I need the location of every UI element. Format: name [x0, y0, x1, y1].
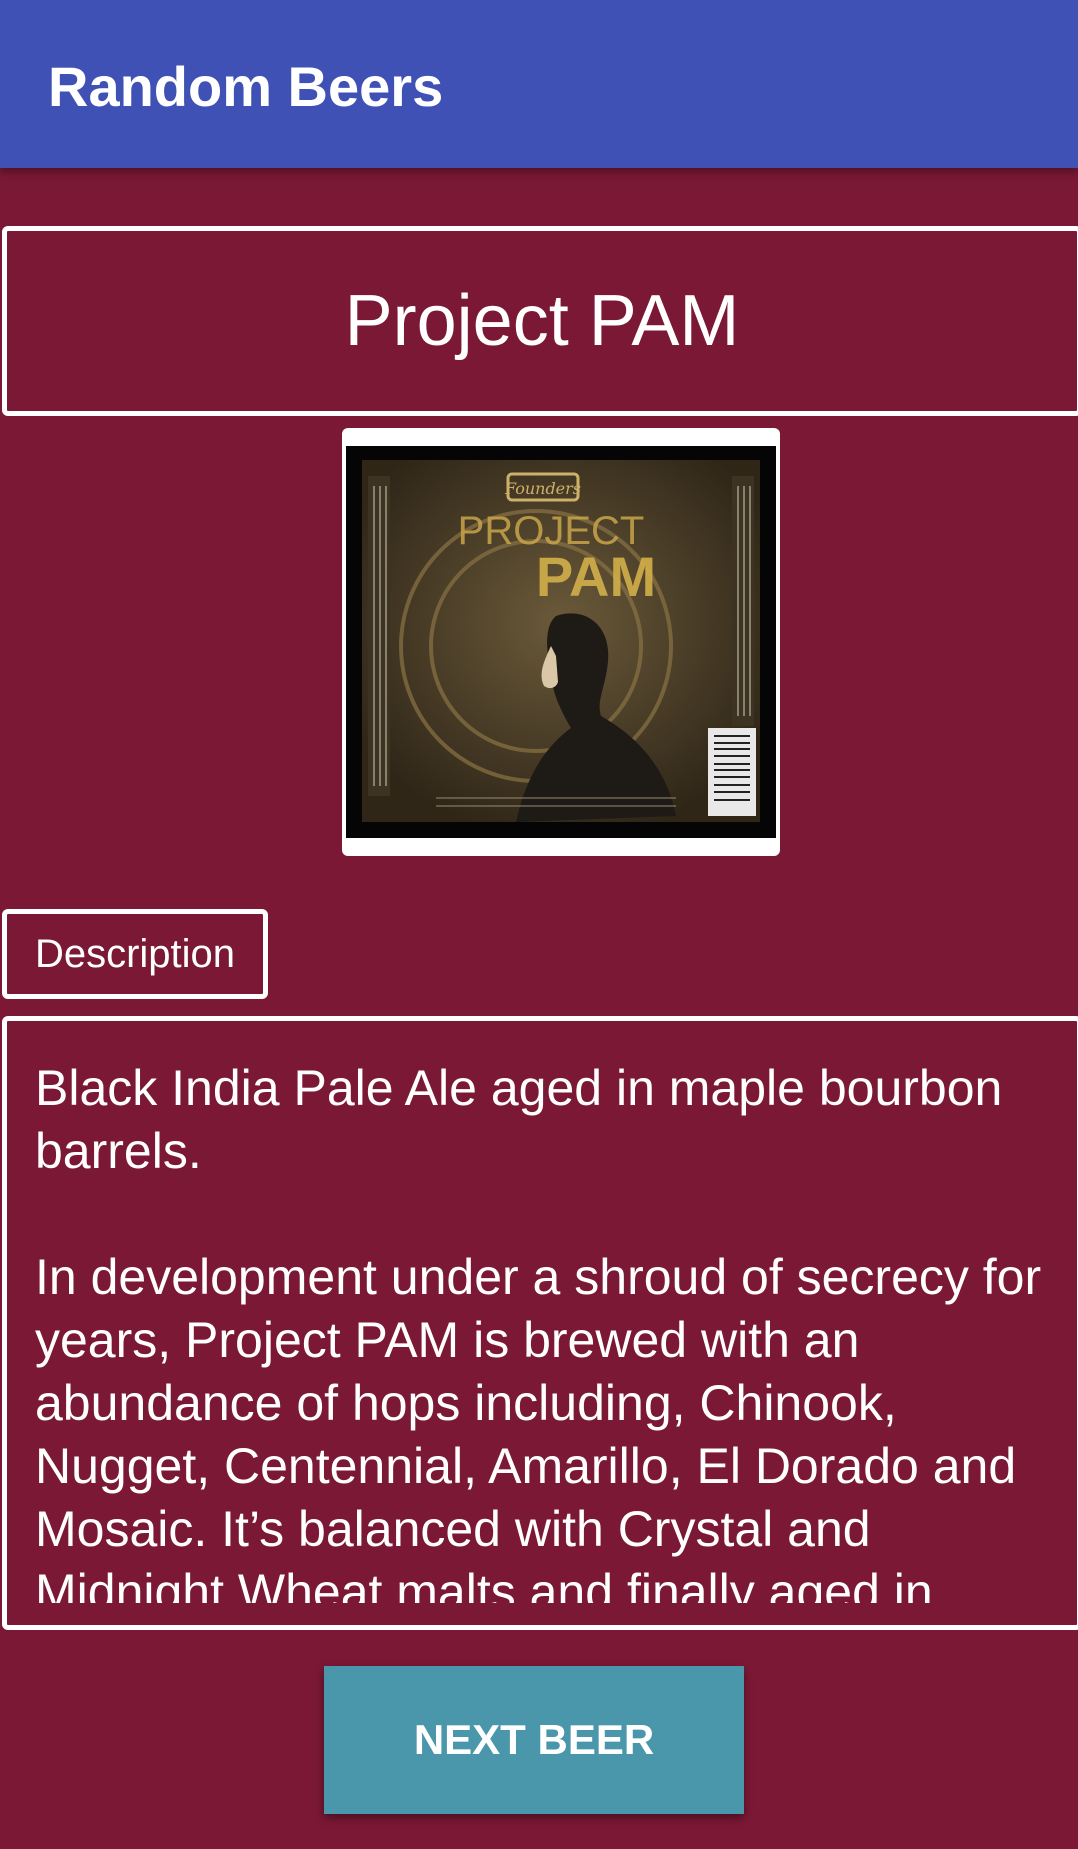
description-label: Description [34, 931, 236, 976]
beer-label-image: Founders PROJECT PAM [342, 428, 780, 856]
brand-mark-text: Founders [504, 479, 581, 498]
label-line-2: PAM [536, 545, 656, 608]
app-bar: Random Beers [0, 0, 1078, 168]
description-box[interactable]: Black India Pale Ale aged in maple bourb… [2, 1016, 1078, 1630]
app-title: Random Beers [48, 55, 444, 118]
beer-name-box: Project PAM [2, 226, 1078, 416]
description-label-box: Description [2, 909, 268, 999]
next-beer-button[interactable]: NEXT BEER [324, 1666, 744, 1814]
description-text: Black India Pale Ale aged in maple bourb… [35, 1060, 1042, 1603]
beer-label-artwork: Founders PROJECT PAM [346, 446, 776, 838]
beer-name: Project PAM [344, 281, 740, 361]
